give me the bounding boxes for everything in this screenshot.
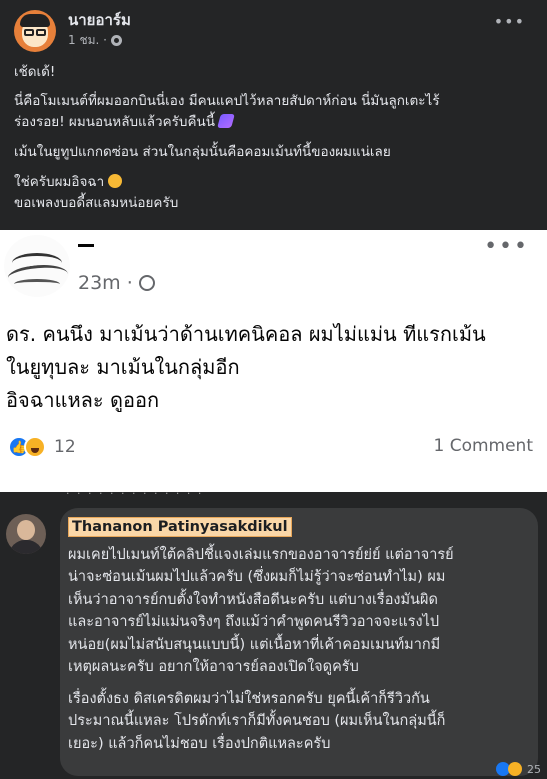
reaction-count: 12 — [54, 437, 76, 457]
post-text-line: ขอเพลงบอดี้สแลมหน่อยครับ — [14, 195, 179, 211]
comment-line: ผมเคยไปเมนท์ใต้คลิปชี้แจงเล่มแรกของอาจาร… — [68, 547, 454, 563]
quoted-post-meta: 23m · — [78, 272, 155, 294]
post-text-segment: ใช่ครับผมอิจฉา — [14, 174, 105, 190]
comment-line: เห็นว่าอาจารย์กบตั้งใจทำหนังสือดีนะครับ … — [68, 592, 438, 608]
post-text-line: เช้ดเด้! — [14, 64, 56, 80]
quoted-post-screenshot: 23m · ••• ดร. คนนึง มาเม้นว่าด้านเทคนิคอ… — [0, 230, 547, 492]
comment-line: เรื่องตั้งธง ดิสเครดิตผมว่าไม่ใช่หรอกครั… — [68, 691, 430, 707]
comment-bubble: Thananon Patinyasakdikul ผมเคยไปเมนท์ใต้… — [60, 508, 538, 776]
blurred-avatar — [4, 235, 70, 297]
comment-reactions: 25 — [496, 762, 541, 776]
screenshot-collage: นายอาร์ม 1 ชม. · ••• เช้ดเด้! นี่คือโมเม… — [0, 0, 547, 779]
comment-count: 1 Comment — [433, 436, 533, 456]
author-avatar[interactable] — [14, 10, 56, 52]
comment-line: เยอะ) แล้วก็คนไม่ชอบ เรื่องปกติแหละครับ — [68, 736, 331, 752]
quoted-text-line: ดร. คนนึง มาเม้นว่าด้านเทคนิคอล ผมไม่แม่… — [6, 322, 486, 346]
quoted-post-text: ดร. คนนึง มาเม้นว่าด้านเทคนิคอล ผมไม่แม่… — [6, 318, 486, 417]
globe-icon — [110, 35, 122, 46]
author-name[interactable]: นายอาร์ม — [68, 8, 131, 32]
haha-reaction-icon — [508, 762, 522, 776]
quoted-text-line: ในยูทุบละ มาเม้นในกลุ่มอีก — [6, 355, 240, 379]
commenter-name: Thananon Patinyasakdikul — [68, 517, 292, 537]
quoted-post-time: 23m · — [78, 272, 133, 294]
comment-reaction-count: 25 — [527, 762, 541, 776]
reactions-summary: 👍 12 — [8, 436, 76, 458]
commenter-avatar — [6, 514, 46, 554]
post-text-line: เม้นในยูทูปแกกดซ่อน ส่วนในกลุ่มนั้นคือคอ… — [14, 144, 391, 160]
comment-line: ประมาณนี้แหละ โปรดักท์เราก็มีทั้งคนชอบ (… — [68, 713, 446, 729]
more-options-icon: ••• — [484, 234, 529, 259]
comment-line: น่าจะซ่อนเม้นผมไปแล้วครับ (ซึ่งผมก็ไม่รู… — [68, 569, 446, 585]
zzz-emoji-icon — [217, 114, 235, 128]
haha-reaction-icon — [24, 436, 46, 458]
post-text-line: ร่องรอย! ผมนอนหลับแล้วครับคืนนี้ — [14, 112, 235, 133]
post-meta: 1 ชม. · — [68, 31, 122, 50]
more-options-icon[interactable]: ••• — [494, 12, 525, 31]
comment-screenshot: · · · · · · · · · · · · · Thananon Patin… — [0, 492, 547, 779]
redacted-name — [78, 244, 94, 247]
globe-icon — [138, 275, 155, 291]
cropped-text-remnant: · · · · · · · · · · · · · — [66, 492, 204, 500]
comment-line: เหตุผลนะครับ อยากให้อาจารย์ลองเปิดใจดูคร… — [68, 659, 359, 675]
crying-emoji-icon — [108, 174, 123, 188]
post-text-line: นี่คือโมเมนต์ที่ผมออกบินนี่เอง มีคนแคปไว… — [14, 93, 440, 109]
post-text-segment: ร่องรอย! ผมนอนหลับแล้วครับคืนนี้ — [14, 114, 215, 130]
comment-line: และอาจารย์ไม่แม่นจริงๆ ถึงแม้ว่าคำพูดคนร… — [68, 614, 440, 630]
comment-line: หน่อย(ผมไม่สนับสนุนแบบนี้) แต่เนื้อหาที่… — [68, 637, 441, 653]
post-time[interactable]: 1 ชม. · — [68, 31, 107, 50]
top-post: นายอาร์ม 1 ชม. · ••• เช้ดเด้! นี่คือโมเม… — [0, 0, 547, 230]
post-text-line: ใช่ครับผมอิจฉา — [14, 172, 123, 193]
quoted-text-line: อิจฉาแหละ ดูออก — [6, 388, 160, 412]
